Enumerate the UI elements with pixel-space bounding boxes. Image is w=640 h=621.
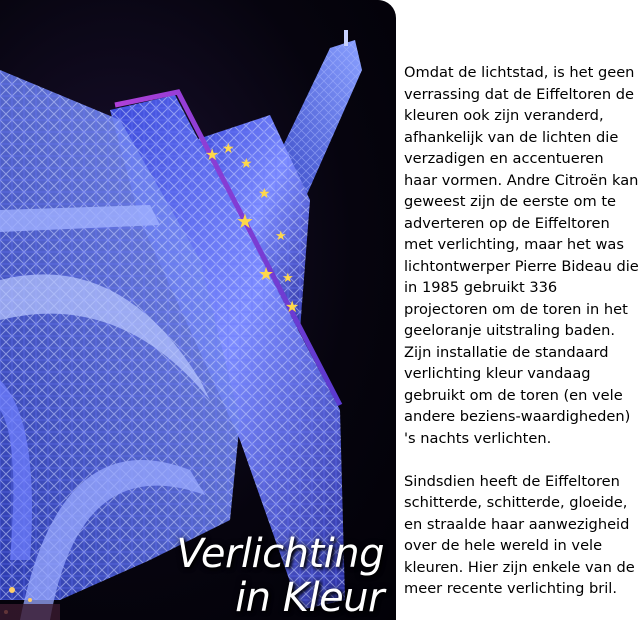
eiffel-tower-photo: ★ ★ ★ ★ ★ ★ ★ ★ ★ Verlichting in Kleur [0,0,396,620]
article-paragraph: Sindsdien heeft de Eiffeltoren schitterd… [404,472,635,598]
eiffel-tower-illustration: ★ ★ ★ ★ ★ ★ ★ ★ ★ [0,30,362,620]
star-icon: ★ [205,145,219,164]
star-icon: ★ [222,141,235,157]
star-icon: ★ [275,229,287,244]
star-icon: ★ [240,156,253,172]
star-icon: ★ [236,209,254,233]
caption-line-2: in Kleur [235,575,384,620]
caption-line-1: Verlichting [176,531,384,577]
star-icon: ★ [258,186,271,202]
article-paragraph: Omdat de lichtstad, is het geen verrassi… [404,64,639,447]
star-icon: ★ [282,271,294,286]
article-text: Omdat de lichtstad, is het geen verrassi… [404,62,640,621]
star-icon: ★ [258,264,274,285]
star-icon: ★ [285,297,299,316]
